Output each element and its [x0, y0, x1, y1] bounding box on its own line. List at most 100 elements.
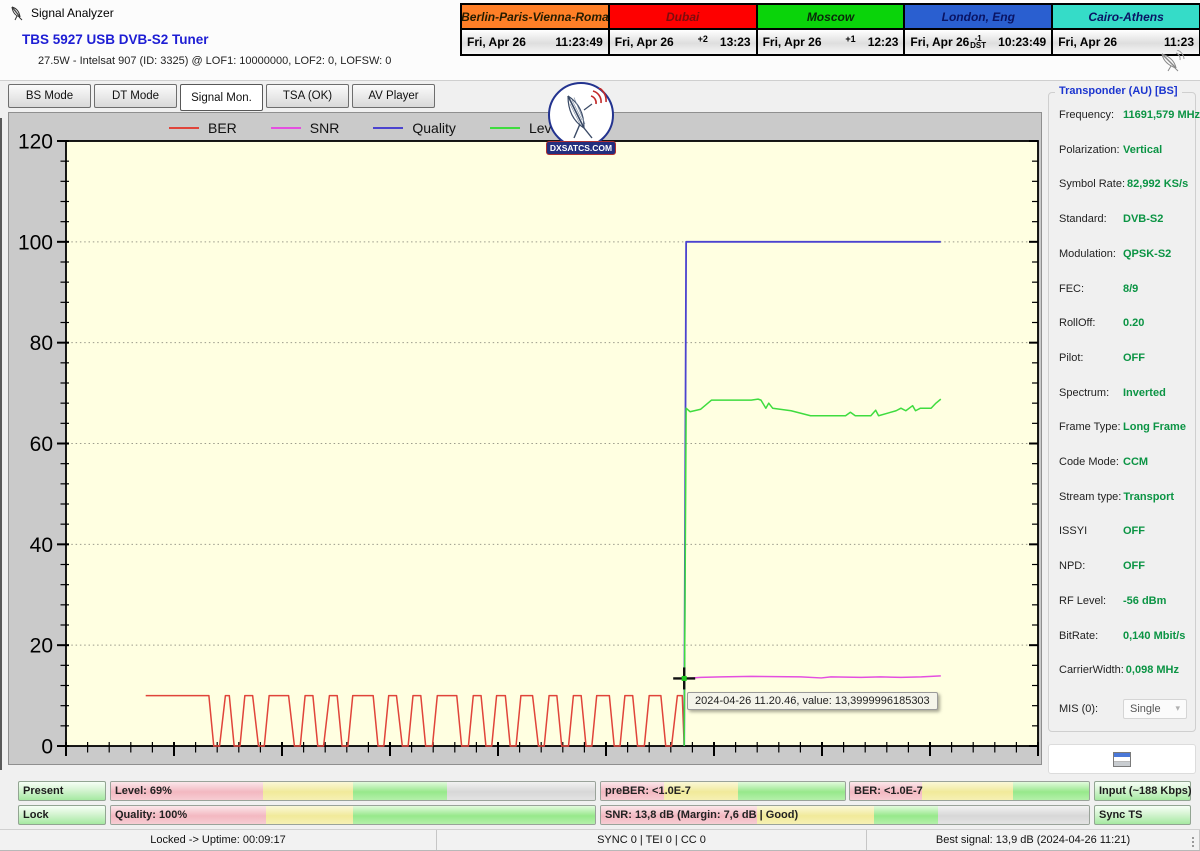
- transponder-list-button[interactable]: [1048, 744, 1196, 774]
- svg-text:0: 0: [41, 736, 53, 759]
- transponder-value: 0,140 Mbit/s: [1123, 630, 1185, 642]
- clock-zone-name-1: Dubai: [610, 5, 756, 28]
- gauge-segment-yellow: [266, 806, 353, 824]
- status-lock-uptime: Locked -> Uptime: 00:09:17: [0, 830, 437, 850]
- tuner-subtitle: 27.5W - Intelsat 907 (ID: 3325) @ LOF1: …: [38, 55, 391, 67]
- clock-utc-offset: -1DST: [969, 31, 998, 47]
- transponder-row: RF Level:-56 dBm: [1059, 595, 1187, 607]
- transponder-value: 11691,579 MHz: [1123, 109, 1200, 121]
- svg-text:60: 60: [30, 433, 53, 456]
- transponder-row-mis: MIS (0):Single▾: [1059, 699, 1187, 719]
- tab-bs-mode[interactable]: BS Mode: [8, 84, 91, 108]
- tab-dt-mode[interactable]: DT Mode: [94, 84, 177, 108]
- clock-date: Fri, Apr 26: [615, 35, 674, 49]
- gauge-segment-yellow: [263, 782, 353, 800]
- transponder-row: Pilot:OFF: [1059, 352, 1187, 364]
- transponder-value: CCM: [1123, 456, 1148, 468]
- clock-time-value: 10:23:49: [998, 35, 1046, 49]
- gauge-label: BER: <1.0E-7: [854, 782, 923, 800]
- clock-utc-offset: +2: [674, 34, 720, 44]
- gauge-segment-green: [738, 782, 845, 800]
- dxsatcs-logo-text: DXSATCS.COM: [546, 141, 616, 155]
- transponder-row: Spectrum:Inverted: [1059, 387, 1187, 399]
- transponder-row: Frame Type:Long Frame: [1059, 421, 1187, 433]
- transponder-label: RF Level:: [1059, 595, 1121, 607]
- svg-text:40: 40: [30, 534, 53, 557]
- resize-grip[interactable]: [1189, 835, 1197, 847]
- transponder-groupbox: Transponder (AU) [BS] Frequency:11691,57…: [1048, 92, 1196, 732]
- clock-date: Fri, Apr 26: [1058, 35, 1117, 49]
- gauge-label: SNR: 13,8 dB (Margin: 7,6 dB | Good): [605, 806, 798, 824]
- tab-av-player[interactable]: AV Player: [352, 84, 435, 108]
- clock-zone-name-4: Cairo-Athens: [1053, 5, 1199, 28]
- transponder-value: Vertical: [1123, 144, 1162, 156]
- window-title: Signal Analyzer: [31, 0, 114, 26]
- tab-tsa-ok-[interactable]: TSA (OK): [266, 84, 349, 108]
- transponder-value: Long Frame: [1123, 421, 1186, 433]
- transponder-row: Standard:DVB-S2: [1059, 213, 1187, 225]
- clock-date: Fri, Apr 26: [763, 35, 822, 49]
- transponder-sidebar: Transponder (AU) [BS] Frequency:11691,57…: [1048, 84, 1196, 732]
- window-list-icon: [1113, 752, 1131, 767]
- status-best-signal: Best signal: 13,9 dB (2024-04-26 11:21): [867, 830, 1200, 850]
- input-indicator: Input (~188 Kbps): [1094, 781, 1191, 801]
- transponder-value: Transport: [1123, 491, 1174, 503]
- mis-value: Single: [1130, 703, 1161, 715]
- snr-gauge: SNR: 13,8 dB (Margin: 7,6 dB | Good): [600, 805, 1090, 825]
- transponder-label: Stream type:: [1059, 491, 1121, 503]
- gauge-segment-green: [1013, 782, 1089, 800]
- gauge-segment-green: [353, 806, 595, 824]
- clock-date: Fri, Apr 26: [910, 35, 969, 49]
- signal-analyzer-window: Signal Analyzer TBS 5927 USB DVB-S2 Tune…: [0, 0, 1200, 851]
- status-sync-counters: SYNC 0 | TEI 0 | CC 0: [437, 830, 867, 850]
- transponder-row: RollOff:0.20: [1059, 317, 1187, 329]
- mis-dropdown[interactable]: Single ▾: [1123, 699, 1187, 719]
- chevron-down-icon: ▾: [1175, 703, 1180, 714]
- lock-indicator: Lock: [18, 805, 106, 825]
- transponder-row: BitRate:0,140 Mbit/s: [1059, 630, 1187, 642]
- clock-zone-time-1: Fri, Apr 26+213:23: [610, 30, 756, 54]
- svg-text:20: 20: [30, 635, 53, 658]
- transponder-label: Code Mode:: [1059, 456, 1121, 468]
- gauge-segment-gray: [938, 806, 1089, 824]
- transponder-label: Standard:: [1059, 213, 1121, 225]
- transponder-value: 82,992 KS/s: [1127, 178, 1188, 190]
- transponder-label: Pilot:: [1059, 352, 1121, 364]
- world-clock-panel: Berlin-Paris-Vienna-RomaDubaiMoscowLondo…: [460, 3, 1200, 56]
- transponder-label: FEC:: [1059, 283, 1121, 295]
- clock-zone-name-3: London, Eng: [905, 5, 1051, 28]
- gauge-segment-green: [353, 782, 447, 800]
- clock-dst-offset: -1DST: [970, 35, 986, 49]
- clock-date: Fri, Apr 26: [467, 35, 526, 49]
- transponder-row: Symbol Rate:82,992 KS/s: [1059, 178, 1187, 190]
- gauge-segment-gray: [447, 782, 595, 800]
- status-bar: Locked -> Uptime: 00:09:17 SYNC 0 | TEI …: [0, 829, 1200, 850]
- logo-dish-art: [554, 88, 608, 142]
- transponder-row: CarrierWidth:0,098 MHz: [1059, 664, 1187, 676]
- present-indicator: Present: [18, 781, 106, 801]
- quality-gauge: Quality: 100%: [110, 805, 596, 825]
- transponder-value: -56 dBm: [1123, 595, 1166, 607]
- transponder-label: Symbol Rate:: [1059, 178, 1125, 190]
- clock-zone-time-2: Fri, Apr 26+112:23: [758, 30, 904, 54]
- gauge-label: preBER: <1.0E-7: [605, 782, 691, 800]
- satellite-icon: [1156, 50, 1192, 72]
- transponder-label: RollOff:: [1059, 317, 1121, 329]
- mode-tabs: BS ModeDT ModeSignal Mon.TSA (OK)AV Play…: [8, 84, 435, 111]
- tab-signal-mon-[interactable]: Signal Mon.: [180, 84, 263, 111]
- clock-zone-name-2: Moscow: [758, 5, 904, 28]
- transponder-label: CarrierWidth:: [1059, 664, 1124, 676]
- signal-chart: 020406080100120: [9, 113, 1043, 766]
- transponder-row: ISSYIOFF: [1059, 525, 1187, 537]
- sync-ts-indicator: Sync TS: [1094, 805, 1191, 825]
- transponder-row: Polarization:Vertical: [1059, 144, 1187, 156]
- clock-time-value: 11:23: [1164, 35, 1194, 49]
- transponder-label: Modulation:: [1059, 248, 1121, 260]
- chart-tooltip: 2024-04-26 11.20.46, value: 13,399999618…: [687, 692, 938, 710]
- preber-gauge: preBER: <1.0E-7: [600, 781, 846, 801]
- gauge-segment-yellow: [922, 782, 1013, 800]
- transponder-label: NPD:: [1059, 560, 1121, 572]
- window-left-edge: [0, 118, 2, 770]
- transponder-row: Modulation:QPSK-S2: [1059, 248, 1187, 260]
- transponder-value: DVB-S2: [1123, 213, 1163, 225]
